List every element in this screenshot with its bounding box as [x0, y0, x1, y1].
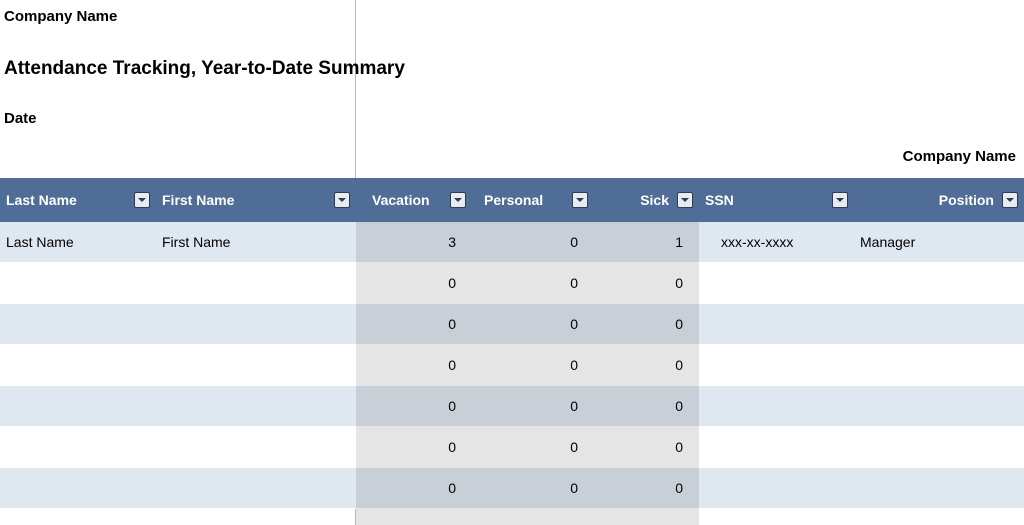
col-header-label: SSN	[699, 192, 740, 208]
chevron-down-icon	[1005, 195, 1015, 205]
chevron-down-icon	[575, 195, 585, 205]
cell-ssn[interactable]	[699, 263, 854, 304]
col-header-first-name: First Name	[156, 178, 356, 222]
company-name-label: Company Name	[4, 8, 117, 25]
col-header-personal: Personal	[472, 178, 594, 222]
filter-button-vacation[interactable]	[450, 192, 466, 208]
cell-sick[interactable]: 0	[594, 345, 699, 386]
page-title: Attendance Tracking, Year-to-Date Summar…	[4, 58, 405, 80]
table-row[interactable]: 0 0 0	[0, 427, 1024, 468]
cell-last-name[interactable]: Last Name	[0, 222, 156, 263]
cell-personal[interactable]: 0	[472, 263, 594, 304]
spreadsheet-page: Company Name Attendance Tracking, Year-t…	[0, 0, 1024, 525]
table-row[interactable]: 0 0 0	[0, 345, 1024, 386]
filter-button-personal[interactable]	[572, 192, 588, 208]
cell-ssn[interactable]: xxx-xx-xxxx	[699, 222, 854, 263]
chevron-down-icon	[337, 195, 347, 205]
cell-last-name[interactable]	[0, 427, 156, 468]
cell-sick[interactable]: 0	[594, 304, 699, 345]
cell-ssn[interactable]	[699, 304, 854, 345]
table-row[interactable]: 0 0 0	[0, 468, 1024, 509]
cell-last-name[interactable]	[0, 304, 156, 345]
cell-last-name[interactable]	[0, 386, 156, 427]
col-header-label: Personal	[472, 192, 549, 208]
chevron-down-icon	[680, 195, 690, 205]
cell-sick[interactable]: 0	[594, 427, 699, 468]
col-header-label: Last Name	[0, 192, 83, 208]
cell-position[interactable]	[854, 468, 1024, 509]
cell-personal[interactable]: 0	[472, 427, 594, 468]
col-header-position: Position	[854, 178, 1024, 222]
table-row[interactable]: 0 0 0	[0, 263, 1024, 304]
cell-personal[interactable]: 0	[472, 345, 594, 386]
company-name-right: Company Name	[903, 148, 1016, 165]
cell-personal[interactable]: 0	[472, 386, 594, 427]
cell-sick[interactable]: 1	[594, 222, 699, 263]
cell-vacation[interactable]: 0	[356, 304, 472, 345]
chevron-down-icon	[137, 195, 147, 205]
cell-vacation[interactable]: 0	[356, 263, 472, 304]
cell-position[interactable]	[854, 304, 1024, 345]
cell-sick[interactable]: 0	[594, 386, 699, 427]
cell-position[interactable]	[854, 263, 1024, 304]
filter-button-sick[interactable]	[677, 192, 693, 208]
cell-ssn[interactable]	[699, 386, 854, 427]
col-header-sick: Sick	[594, 178, 699, 222]
cell-ssn[interactable]	[699, 345, 854, 386]
cell-ssn[interactable]	[699, 427, 854, 468]
filter-button-last-name[interactable]	[134, 192, 150, 208]
cell-last-name[interactable]	[0, 468, 156, 509]
cell-first-name[interactable]	[156, 427, 356, 468]
cell-first-name[interactable]	[156, 345, 356, 386]
cell-first-name[interactable]	[156, 304, 356, 345]
cell-position[interactable]: Manager	[854, 222, 1024, 263]
table-header-row: Last Name First Name Vacation Personal S…	[0, 178, 1024, 222]
filter-button-position[interactable]	[1002, 192, 1018, 208]
col-header-last-name: Last Name	[0, 178, 156, 222]
cell-position[interactable]	[854, 386, 1024, 427]
table-row[interactable]: 0 0 0	[0, 386, 1024, 427]
table-row[interactable]: 0 0 0	[0, 304, 1024, 345]
cell-first-name[interactable]	[156, 468, 356, 509]
table-row[interactable]: Last Name First Name 3 0 1 xxx-xx-xxxx M…	[0, 222, 1024, 263]
cell-vacation[interactable]: 0	[356, 427, 472, 468]
cell-last-name[interactable]	[0, 263, 156, 304]
cell-personal[interactable]: 0	[472, 304, 594, 345]
col-header-label: First Name	[156, 192, 240, 208]
cell-sick[interactable]: 0	[594, 468, 699, 509]
cell-first-name[interactable]	[156, 386, 356, 427]
filter-button-first-name[interactable]	[334, 192, 350, 208]
cell-ssn[interactable]	[699, 468, 854, 509]
col-header-ssn: SSN	[699, 178, 854, 222]
filter-button-ssn[interactable]	[832, 192, 848, 208]
cell-first-name[interactable]: First Name	[156, 222, 356, 263]
cell-vacation[interactable]: 0	[356, 345, 472, 386]
cell-vacation[interactable]: 3	[356, 222, 472, 263]
cell-position[interactable]	[854, 427, 1024, 468]
cell-sick[interactable]: 0	[594, 263, 699, 304]
chevron-down-icon	[453, 195, 463, 205]
chevron-down-icon	[835, 195, 845, 205]
date-label: Date	[4, 110, 37, 127]
cell-personal[interactable]: 0	[472, 222, 594, 263]
cell-position[interactable]	[854, 345, 1024, 386]
cell-vacation[interactable]: 0	[356, 386, 472, 427]
table-body: Last Name First Name 3 0 1 xxx-xx-xxxx M…	[0, 222, 1024, 509]
col-header-label: Vacation	[356, 192, 436, 208]
col-header-vacation: Vacation	[356, 178, 472, 222]
cell-personal[interactable]: 0	[472, 468, 594, 509]
cell-vacation[interactable]: 0	[356, 468, 472, 509]
cell-last-name[interactable]	[0, 345, 156, 386]
cell-first-name[interactable]	[156, 263, 356, 304]
